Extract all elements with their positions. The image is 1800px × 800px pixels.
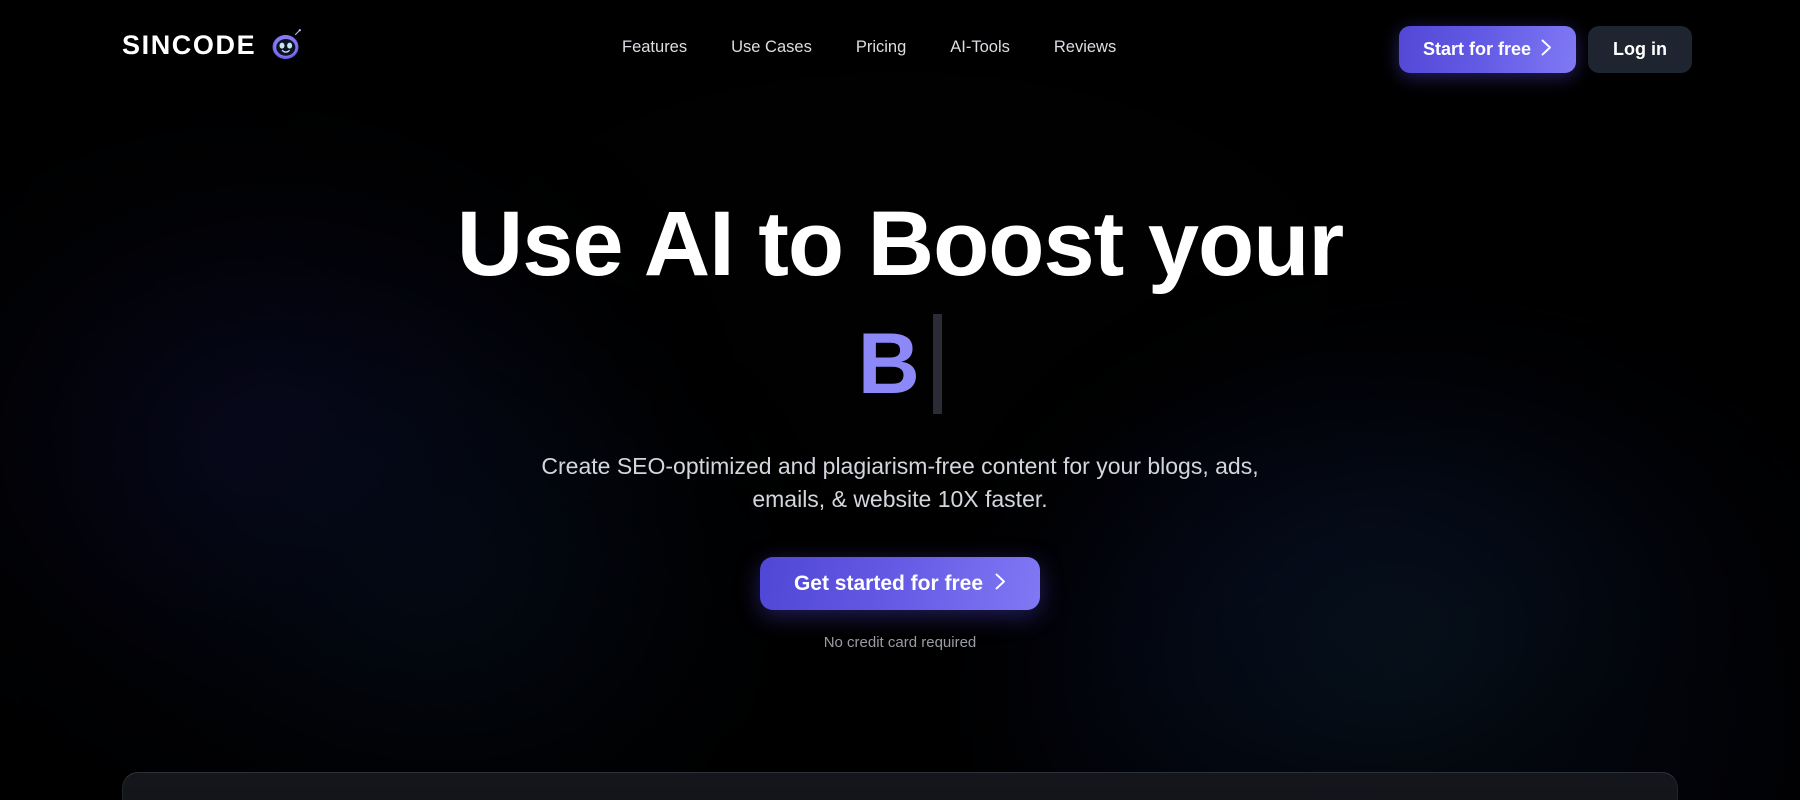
log-in-label: Log in [1613, 39, 1667, 59]
nav-item-use-cases[interactable]: Use Cases [709, 32, 834, 64]
get-started-label: Get started for free [793, 571, 984, 595]
start-for-free-label: Start for free [1422, 39, 1532, 59]
log-in-button[interactable]: Log in [1588, 26, 1692, 73]
hero-headline: Use AI to Boost your [456, 193, 1344, 295]
header-actions: Start for free Log in [1398, 26, 1692, 73]
page-root: SINCODE Features Use Cases Pricing AI-To… [0, 0, 1800, 800]
typewriter-caret [933, 314, 943, 414]
brand-wordmark: SINCODE [122, 29, 257, 60]
main-navigation: Features Use Cases Pricing AI-Tools Revi… [600, 32, 1138, 64]
background-glow-blue-left [120, 360, 740, 800]
background-glow-blue-right [1020, 330, 1800, 800]
hero-subtitle: Create SEO-optimized and plagiarism-free… [541, 453, 1259, 512]
no-credit-card-note: No credit card required [823, 634, 977, 652]
chevron-right-icon [995, 572, 1006, 596]
start-for-free-button[interactable]: Start for free [1398, 26, 1577, 73]
chevron-right-icon [1541, 39, 1552, 61]
robot-mascot-icon [269, 28, 303, 62]
brand-logo[interactable]: SINCODE [122, 28, 303, 62]
nav-item-reviews[interactable]: Reviews [1032, 32, 1138, 64]
hero-typewriter: B [858, 312, 943, 416]
get-started-for-free-button[interactable]: Get started for free [759, 557, 1041, 611]
site-header: SINCODE Features Use Cases Pricing AI-To… [0, 0, 1800, 100]
nav-item-pricing[interactable]: Pricing [834, 32, 928, 64]
nav-item-ai-tools[interactable]: AI-Tools [928, 32, 1032, 64]
hero-section: Use AI to Boost your B Create SEO-optimi… [0, 0, 1800, 800]
product-preview-panel [122, 772, 1678, 800]
hero-typed-word: B [857, 316, 920, 412]
nav-item-features[interactable]: Features [600, 32, 709, 64]
